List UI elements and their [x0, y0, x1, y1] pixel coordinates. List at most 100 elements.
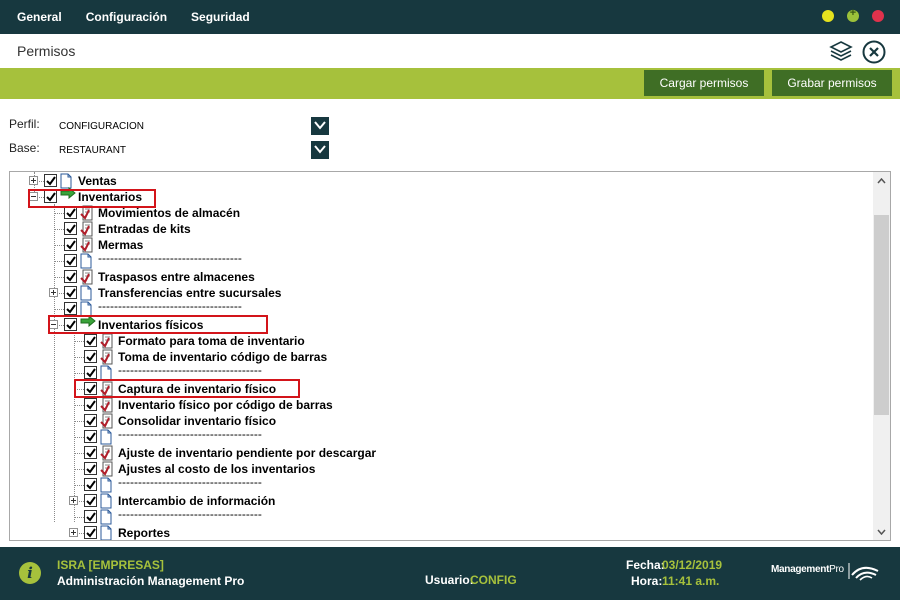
- checkbox[interactable]: [64, 254, 77, 267]
- checkbox[interactable]: [84, 398, 97, 411]
- tree-node[interactable]: Traspasos entre almacenes: [10, 269, 870, 285]
- page-title: Permisos: [17, 43, 76, 59]
- report-icon: [100, 445, 113, 461]
- separator-line: ------------------------------------: [118, 475, 262, 489]
- tree-node-label: Reportes: [118, 526, 171, 540]
- tree-node[interactable]: Ajuste de inventario pendiente por desca…: [10, 445, 870, 461]
- base-select[interactable]: RESTAURANT: [57, 141, 329, 159]
- vertical-scrollbar[interactable]: [873, 172, 890, 540]
- tree-node[interactable]: ------------------------------------: [10, 427, 870, 445]
- checkbox[interactable]: [64, 270, 77, 283]
- report-icon: [100, 461, 113, 477]
- tree-node[interactable]: Entradas de kits: [10, 221, 870, 237]
- tree-node[interactable]: ------------------------------------: [10, 251, 870, 269]
- checkbox[interactable]: [84, 430, 97, 443]
- profile-label: Perfil:: [9, 117, 40, 131]
- user-value: CONFIG: [470, 573, 517, 587]
- maximize-button[interactable]: [847, 7, 859, 22]
- tree-branch-line: [74, 373, 84, 374]
- checkmark-icon: [86, 432, 96, 442]
- checkbox[interactable]: [84, 494, 97, 507]
- menu-configuracion[interactable]: Configuración: [86, 10, 167, 24]
- chevron-down-icon[interactable]: [311, 117, 329, 135]
- tree-node-label: Formato para toma de inventario: [118, 334, 305, 348]
- checkmark-icon: [86, 464, 96, 474]
- checkbox[interactable]: [84, 510, 97, 523]
- expand-icon[interactable]: [29, 176, 38, 185]
- tree-node[interactable]: Reportes: [10, 525, 870, 540]
- checkmark-icon: [86, 496, 96, 506]
- tree-branch-line: [54, 245, 64, 246]
- load-permissions-button[interactable]: Cargar permisos: [644, 70, 764, 96]
- checkmark-icon: [66, 224, 76, 234]
- checkbox[interactable]: [64, 222, 77, 235]
- checkbox[interactable]: [84, 526, 97, 539]
- brand-logo-icon: [848, 563, 879, 581]
- checkmark-icon: [86, 368, 96, 378]
- checkbox[interactable]: [84, 414, 97, 427]
- close-icon[interactable]: [862, 40, 886, 64]
- profile-select[interactable]: CONFIGURACION: [57, 117, 329, 135]
- tree-node-label: Toma de inventario código de barras: [118, 350, 328, 364]
- report-icon: [100, 397, 113, 413]
- tree-node-label: Transferencias entre sucursales: [98, 286, 282, 300]
- checkmark-icon: [86, 336, 96, 346]
- scroll-down-arrow[interactable]: [873, 523, 890, 540]
- tree-node[interactable]: ------------------------------------: [10, 475, 870, 493]
- title-bar: Permisos: [0, 34, 900, 68]
- checkbox[interactable]: [84, 462, 97, 475]
- close-window-button[interactable]: [872, 10, 884, 22]
- checkbox[interactable]: [84, 478, 97, 491]
- checkbox[interactable]: [84, 350, 97, 363]
- checkbox[interactable]: [64, 302, 77, 315]
- report-icon: [80, 269, 93, 285]
- logo-text-a: Management: [771, 564, 830, 575]
- tree-node[interactable]: ------------------------------------: [10, 507, 870, 525]
- menu-general[interactable]: General: [17, 10, 62, 24]
- checkbox[interactable]: [64, 238, 77, 251]
- action-toolbar: Cargar permisos Grabar permisos: [0, 68, 900, 99]
- checkmark-icon: [66, 288, 76, 298]
- expand-icon[interactable]: [69, 528, 78, 537]
- scroll-thumb[interactable]: [874, 215, 889, 415]
- tree-node-label: Mermas: [98, 238, 144, 252]
- profile-value: CONFIGURACION: [59, 121, 144, 132]
- tree-node[interactable]: Formato para toma de inventario: [10, 333, 870, 349]
- tree-node-label: Traspasos entre almacenes: [98, 270, 255, 284]
- brand-logo-text: ManagementPro: [771, 564, 844, 575]
- tree-node[interactable]: Ventas: [10, 173, 870, 189]
- checkmark-icon: [86, 448, 96, 458]
- tree-node-label: Entradas de kits: [98, 222, 191, 236]
- top-menu-bar: General Configuración Seguridad: [0, 0, 900, 34]
- tree-branch-line: [54, 261, 64, 262]
- chevron-down-icon[interactable]: [311, 141, 329, 159]
- tree-node-label: Movimientos de almacén: [98, 206, 241, 220]
- checkbox[interactable]: [64, 286, 77, 299]
- checkbox[interactable]: [84, 334, 97, 347]
- checkbox[interactable]: [84, 366, 97, 379]
- info-icon[interactable]: i: [19, 562, 41, 584]
- tree-branch-line: [74, 453, 84, 454]
- checkmark-icon: [86, 528, 96, 538]
- tree-branch-line: [74, 421, 84, 422]
- scroll-up-arrow[interactable]: [873, 172, 890, 189]
- layers-icon[interactable]: [829, 40, 853, 62]
- expand-icon[interactable]: [69, 496, 78, 505]
- expand-icon[interactable]: [49, 288, 58, 297]
- tree-node[interactable]: Inventario físico por código de barras: [10, 397, 870, 413]
- checkbox[interactable]: [84, 446, 97, 459]
- tree-branch-line: [74, 517, 84, 518]
- permissions-tree[interactable]: Ventas Inventarios Movimientos de almacén E…: [9, 171, 891, 541]
- date-label: Fecha:: [626, 558, 665, 572]
- document-icon: [100, 509, 112, 525]
- separator-line: ------------------------------------: [98, 299, 242, 313]
- highlight-box: [74, 379, 300, 398]
- company-name: ISRA [EMPRESAS]: [57, 558, 164, 572]
- document-icon: [80, 285, 92, 301]
- status-footer: i ISRA [EMPRESAS] Administración Managem…: [0, 547, 900, 600]
- minimize-button[interactable]: [822, 10, 834, 22]
- save-permissions-button[interactable]: Grabar permisos: [772, 70, 892, 96]
- checkbox[interactable]: [44, 174, 57, 187]
- date-value: 03/12/2019: [662, 558, 723, 572]
- menu-seguridad[interactable]: Seguridad: [191, 10, 250, 24]
